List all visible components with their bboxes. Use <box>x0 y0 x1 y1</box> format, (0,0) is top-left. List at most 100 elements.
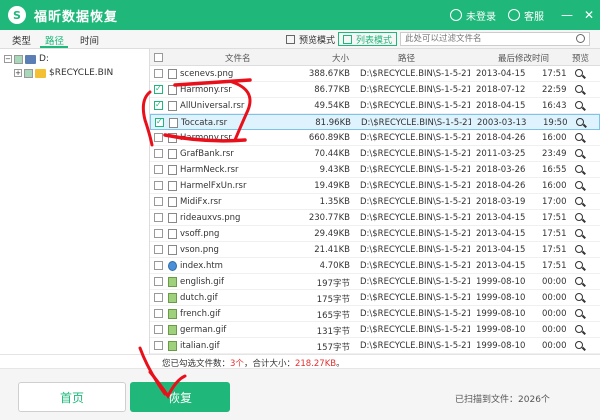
preview-magnifier-icon[interactable] <box>575 165 583 173</box>
tab-time[interactable]: 时间 <box>80 33 99 47</box>
file-icon <box>168 181 177 191</box>
table-row[interactable]: AllUniversal.rsr 49.54KB D:\$RECYCLE.BIN\S… <box>150 98 600 114</box>
row-checkbox[interactable] <box>154 277 163 286</box>
file-path: D:\$RECYCLE.BIN\S-1-5-21-60... <box>360 277 470 287</box>
tree-item-label: $RECYCLE.BIN <box>49 68 114 78</box>
file-path: D:\$RECYCLE.BIN\S-1-5-21-60... <box>360 261 470 271</box>
preview-mode-button[interactable]: 预览模式 <box>282 32 339 46</box>
table-row[interactable]: HarmNeck.rsr 9.43KB D:\$RECYCLE.BIN\S-1-5-… <box>150 162 600 178</box>
expand-toggle[interactable]: + <box>14 69 22 77</box>
table-row[interactable]: scenevs.png 388.67KB D:\$RECYCLE.BIN\S-1-5… <box>150 66 600 82</box>
row-checkbox[interactable] <box>154 181 163 190</box>
row-checkbox[interactable] <box>154 325 163 334</box>
file-path: D:\$RECYCLE.BIN\S-1-5-21-60... <box>361 118 471 128</box>
tab-type[interactable]: 类型 <box>12 33 31 47</box>
row-checkbox[interactable] <box>154 100 163 110</box>
preview-magnifier-icon[interactable] <box>575 101 583 109</box>
table-row[interactable]: Toccata.rsr 81.96KB D:\$RECYCLE.BIN\S-1-5-… <box>150 114 600 130</box>
file-time: 00:00 <box>542 341 567 351</box>
file-time: 00:00 <box>542 293 567 303</box>
preview-magnifier-icon[interactable] <box>575 341 583 349</box>
preview-magnifier-icon[interactable] <box>575 261 583 269</box>
collapse-toggle[interactable]: − <box>4 55 12 63</box>
row-checkbox[interactable] <box>154 149 163 158</box>
table-row[interactable]: GrafBank.rsr 70.44KB D:\$RECYCLE.BIN\S-1-5… <box>150 146 600 162</box>
preview-magnifier-icon[interactable] <box>575 245 583 253</box>
preview-magnifier-icon[interactable] <box>575 229 583 237</box>
search-icon[interactable] <box>576 34 585 43</box>
preview-magnifier-icon[interactable] <box>575 197 583 205</box>
row-checkbox[interactable] <box>154 309 163 318</box>
table-row[interactable]: english.gif 197字节 D:\$RECYCLE.BIN\S-1-5-21… <box>150 274 600 290</box>
list-mode-button[interactable]: 列表模式 <box>338 32 398 46</box>
file-size: 19.49KB <box>314 181 350 191</box>
table-row[interactable]: rideauxvs.png 230.77KB D:\$RECYCLE.BIN\S-1… <box>150 210 600 226</box>
close-button[interactable]: ✕ <box>578 8 600 22</box>
preview-magnifier-icon[interactable] <box>575 309 583 317</box>
row-checkbox[interactable] <box>154 84 163 94</box>
table-row[interactable]: dutch.gif 175字节 D:\$RECYCLE.BIN\S-1-5-21-6… <box>150 290 600 306</box>
file-time: 17:51 <box>542 229 567 239</box>
table-row[interactable]: Harmony.rsr 660.89KB D:\$RECYCLE.BIN\S-1-5… <box>150 130 600 146</box>
row-checkbox[interactable] <box>154 293 163 302</box>
file-path: D:\$RECYCLE.BIN\S-1-5-21-60... <box>360 245 470 255</box>
table-row[interactable]: vson.png 21.41KB D:\$RECYCLE.BIN\S-1-5-21-… <box>150 242 600 258</box>
minimize-button[interactable]: — <box>556 8 578 22</box>
file-path: D:\$RECYCLE.BIN\S-1-5-21-60... <box>360 69 470 79</box>
table-row[interactable]: MidiFx.rsr 1.35KB D:\$RECYCLE.BIN\S-1-5-21… <box>150 194 600 210</box>
drive-icon <box>25 54 36 64</box>
table-row[interactable]: HarmelFxUn.rsr 19.49KB D:\$RECYCLE.BIN\S-1… <box>150 178 600 194</box>
file-table: 文件名 大小 路径 最后修改时间 预览 scenevs.png 388.67KB D… <box>150 49 600 354</box>
tab-path[interactable]: 路径 <box>45 33 64 47</box>
tree-checkbox[interactable] <box>24 68 33 78</box>
login-link[interactable]: 未登录 <box>450 8 496 23</box>
preview-magnifier-icon[interactable] <box>575 85 583 93</box>
preview-magnifier-icon[interactable] <box>575 133 583 141</box>
table-row[interactable]: vsoff.png 29.49KB D:\$RECYCLE.BIN\S-1-5-21… <box>150 226 600 242</box>
service-link[interactable]: 客服 <box>508 8 544 23</box>
table-row[interactable]: index.htm 4.70KB D:\$RECYCLE.BIN\S-1-5-21-… <box>150 258 600 274</box>
file-size: 660.89KB <box>308 133 350 143</box>
row-checkbox[interactable] <box>154 213 163 222</box>
preview-magnifier-icon[interactable] <box>575 293 583 301</box>
tree-item-drive[interactable]: − D: <box>4 53 49 65</box>
recover-button[interactable]: 恢复 <box>130 382 230 412</box>
preview-magnifier-icon[interactable] <box>575 277 583 285</box>
tree-item-recycle-bin[interactable]: + $RECYCLE.BIN <box>14 67 113 79</box>
image-file-icon <box>168 293 177 303</box>
preview-magnifier-icon[interactable] <box>575 149 583 157</box>
column-header-size[interactable]: 大小 <box>332 52 349 64</box>
tree-checkbox[interactable] <box>14 54 23 64</box>
column-header-name[interactable]: 文件名 <box>225 52 251 64</box>
table-row[interactable]: french.gif 165字节 D:\$RECYCLE.BIN\S-1-5-21-… <box>150 306 600 322</box>
file-time: 17:00 <box>542 197 567 207</box>
row-checkbox[interactable] <box>155 117 164 127</box>
row-checkbox[interactable] <box>154 69 163 78</box>
home-button[interactable]: 首页 <box>18 382 126 412</box>
preview-magnifier-icon[interactable] <box>575 181 583 189</box>
select-all-checkbox[interactable] <box>154 53 163 62</box>
file-name: french.gif <box>180 309 221 319</box>
preview-magnifier-icon[interactable] <box>575 69 583 77</box>
row-checkbox[interactable] <box>154 341 163 350</box>
file-time: 16:55 <box>542 165 567 175</box>
app-title: 福昕数据恢复 <box>34 9 119 25</box>
file-icon <box>168 229 177 239</box>
row-checkbox[interactable] <box>154 245 163 254</box>
preview-magnifier-icon[interactable] <box>575 213 583 221</box>
column-header-path[interactable]: 路径 <box>398 52 415 64</box>
table-row[interactable]: Harmony.rsr 86.77KB D:\$RECYCLE.BIN\S-1-5-… <box>150 82 600 98</box>
row-checkbox[interactable] <box>154 165 163 174</box>
table-row[interactable]: italian.gif 157字节 D:\$RECYCLE.BIN\S-1-5-21… <box>150 338 600 354</box>
file-size: 70.44KB <box>314 149 350 159</box>
row-checkbox[interactable] <box>154 197 163 206</box>
row-checkbox[interactable] <box>154 229 163 238</box>
preview-magnifier-icon[interactable] <box>576 118 584 126</box>
preview-magnifier-icon[interactable] <box>575 325 583 333</box>
column-header-modified[interactable]: 最后修改时间 <box>498 52 549 64</box>
row-checkbox[interactable] <box>154 261 163 270</box>
row-checkbox[interactable] <box>154 133 163 142</box>
table-row[interactable]: german.gif 131字节 D:\$RECYCLE.BIN\S-1-5-21-… <box>150 322 600 338</box>
folder-icon <box>35 68 46 78</box>
search-input[interactable] <box>401 33 571 45</box>
